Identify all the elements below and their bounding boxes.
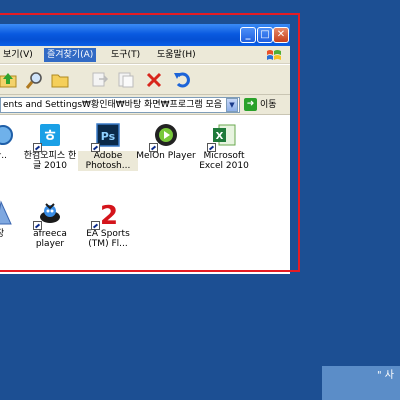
svg-text:2: 2 xyxy=(100,201,118,226)
close-button[interactable]: ✕ xyxy=(273,27,289,43)
partial-icon xyxy=(0,122,13,148)
explorer-window: _ □ ✕ 보기(V) 즐겨찾기(A) 도구(T) 도움말(H) ents an… xyxy=(0,24,290,274)
file-label: MelOn Player xyxy=(136,151,196,161)
folders-icon[interactable] xyxy=(50,70,70,90)
photoshop-icon: Ps xyxy=(91,122,121,152)
svg-text:ㅎ: ㅎ xyxy=(43,126,58,145)
undo-icon[interactable] xyxy=(172,70,192,90)
address-input[interactable]: ents and Settings₩황인태₩바탕 화면₩프로그램 모음 xyxy=(0,97,240,113)
svg-text:Ps: Ps xyxy=(101,130,116,143)
file-item[interactable]: MelOn Player xyxy=(136,122,196,161)
delete-icon[interactable] xyxy=(144,70,164,90)
file-label: Microsoft Excel 2010 xyxy=(199,151,249,171)
search-icon[interactable] xyxy=(24,70,44,90)
maximize-button[interactable]: □ xyxy=(257,27,273,43)
menu-favorites[interactable]: 즐겨찾기(A) xyxy=(44,48,97,62)
copy-to-icon[interactable] xyxy=(116,70,136,90)
windows-logo-icon xyxy=(267,50,281,60)
file-label: afreeca player xyxy=(33,229,67,249)
menu-tools[interactable]: 도구(T) xyxy=(108,48,143,62)
file-label: 한컴오피스 한글 2010 xyxy=(23,151,77,171)
menu-view[interactable]: 보기(V) xyxy=(0,48,36,62)
file-item[interactable]: ㅎ 한컴오피스 한글 2010 xyxy=(20,122,80,171)
toolbar xyxy=(0,65,290,95)
afreeca-icon xyxy=(33,200,63,230)
melon-icon xyxy=(149,122,179,152)
menu-help[interactable]: 도움말(H) xyxy=(154,48,199,62)
partial-icon xyxy=(0,200,13,226)
go-arrow-icon: ➜ xyxy=(244,98,257,111)
hancom-icon: ㅎ xyxy=(33,122,63,152)
ea-sports-icon: 2 xyxy=(91,200,121,231)
up-folder-icon[interactable] xyxy=(0,70,18,90)
svg-text:X: X xyxy=(216,131,224,142)
move-to-icon[interactable] xyxy=(90,70,110,90)
address-bar: ents and Settings₩황인태₩바탕 화면₩프로그램 모음 ▼ ➜ 이… xyxy=(0,95,290,115)
file-item[interactable]: afreeca player xyxy=(20,200,80,249)
address-dropdown-chevron-icon[interactable]: ▼ xyxy=(226,98,238,112)
menubar: 보기(V) 즐겨찾기(A) 도구(T) 도움말(H) xyxy=(0,46,290,64)
go-button[interactable]: ➜ 이동 xyxy=(244,97,277,113)
file-item[interactable]: Ps Adobe Photosh... xyxy=(78,122,138,171)
go-label: 이동 xyxy=(260,100,277,110)
excel-icon: X xyxy=(207,122,237,152)
file-list: 라.. ㅎ 한컴오피스 한글 2010 Ps Adobe Photosh... … xyxy=(0,116,290,274)
file-item[interactable]: X Microsoft Excel 2010 xyxy=(194,122,254,171)
window-titlebar[interactable]: _ □ ✕ xyxy=(0,24,290,46)
taskbar-tip-text: " 사 xyxy=(377,370,394,381)
file-label: EA Sports (TM) Fl... xyxy=(86,229,130,249)
minimize-button[interactable]: _ xyxy=(240,27,256,43)
file-item[interactable]: 2 EA Sports (TM) Fl... xyxy=(78,200,138,249)
file-label: Adobe Photosh... xyxy=(78,151,138,171)
